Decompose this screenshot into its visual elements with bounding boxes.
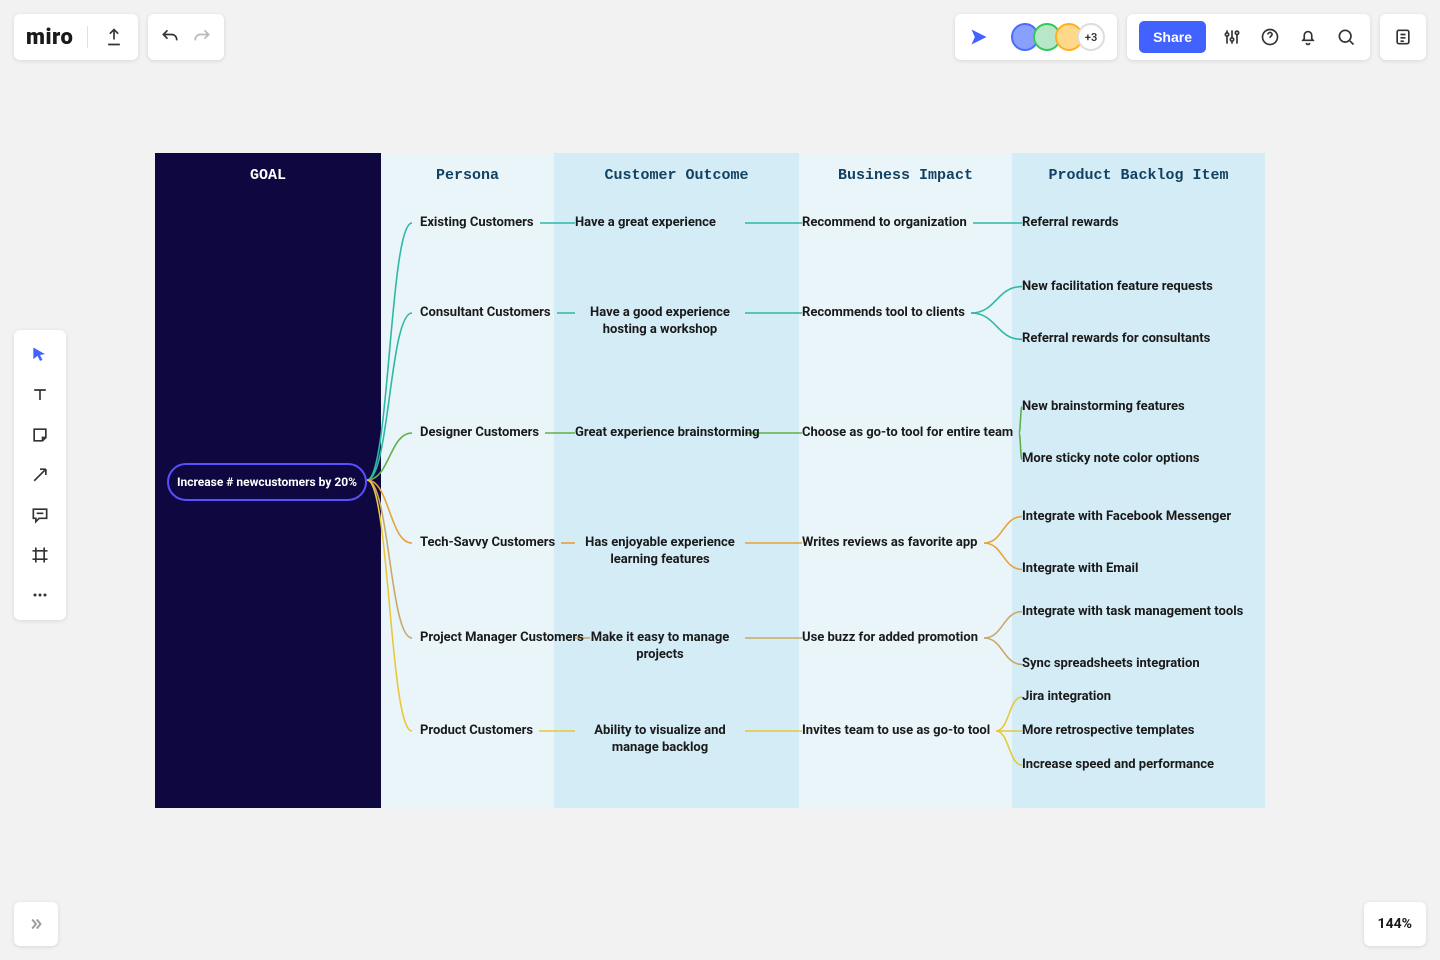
outcome-node[interactable]: Great experience brainstorming [575, 425, 760, 440]
backlog-node[interactable]: Integrate with Facebook Messenger [1022, 509, 1231, 524]
undo-icon[interactable] [158, 25, 182, 49]
persona-node[interactable]: Consultant Customers [420, 305, 551, 320]
impact-node[interactable]: Use buzz for added promotion [802, 630, 978, 645]
select-tool[interactable] [20, 338, 60, 372]
app-card: miro [14, 14, 138, 60]
comment-tool[interactable] [20, 498, 60, 532]
column-header-outcome: Customer Outcome [554, 153, 799, 184]
bell-icon[interactable] [1296, 25, 1320, 49]
impact-node[interactable]: Choose as go-to tool for entire team [802, 425, 1013, 440]
avatar-stack[interactable]: +3 [1011, 23, 1105, 51]
divider [87, 26, 88, 48]
goal-node[interactable]: Increase # newcustomers by 20% [167, 463, 367, 501]
backlog-node[interactable]: Jira integration [1022, 689, 1111, 704]
present-icon[interactable] [967, 25, 991, 49]
backlog-node[interactable]: Integrate with Email [1022, 561, 1138, 576]
persona-node[interactable]: Project Manager Customers [420, 630, 584, 645]
backlog-node[interactable]: Referral rewards [1022, 215, 1119, 230]
history-card [148, 14, 224, 60]
more-tools[interactable] [20, 578, 60, 612]
outcome-node[interactable]: Have a good experience hosting a worksho… [575, 305, 745, 339]
share-button[interactable]: Share [1139, 21, 1206, 53]
outcome-node[interactable]: Ability to visualize and manage backlog [575, 723, 745, 757]
sticky-tool[interactable] [20, 418, 60, 452]
column-impact: Business Impact [799, 153, 1012, 808]
notes-icon [1391, 25, 1415, 49]
text-tool[interactable] [20, 378, 60, 412]
collab-card: +3 [955, 14, 1117, 60]
backlog-node[interactable]: More sticky note color options [1022, 451, 1200, 466]
frame-tool[interactable] [20, 538, 60, 572]
persona-node[interactable]: Designer Customers [420, 425, 539, 440]
search-icon[interactable] [1334, 25, 1358, 49]
notes-card[interactable] [1380, 14, 1426, 60]
zoom-indicator[interactable]: 144% [1364, 902, 1426, 946]
impact-node[interactable]: Recommends tool to clients [802, 305, 965, 320]
column-header-backlog: Product Backlog Item [1012, 153, 1265, 184]
avatar-overflow[interactable]: +3 [1077, 23, 1105, 51]
outcome-node[interactable]: Make it easy to manage projects [575, 630, 745, 664]
outcome-node[interactable]: Has enjoyable experience learning featur… [575, 535, 745, 569]
persona-node[interactable]: Tech-Savvy Customers [420, 535, 555, 550]
backlog-node[interactable]: Integrate with task management tools [1022, 604, 1243, 619]
impact-node[interactable]: Invites team to use as go-to tool [802, 723, 990, 738]
backlog-node[interactable]: Increase speed and performance [1022, 757, 1214, 772]
backlog-node[interactable]: New brainstorming features [1022, 399, 1185, 414]
actions-card: Share [1127, 14, 1370, 60]
column-header-persona: Persona [381, 153, 554, 184]
column-outcome: Customer Outcome [554, 153, 799, 808]
persona-node[interactable]: Product Customers [420, 723, 533, 738]
column-persona: Persona [381, 153, 554, 808]
help-icon[interactable] [1258, 25, 1282, 49]
tool-rail [14, 330, 66, 620]
export-icon[interactable] [102, 25, 126, 49]
backlog-node[interactable]: More retrospective templates [1022, 723, 1194, 738]
arrow-tool[interactable] [20, 458, 60, 492]
settings-icon[interactable] [1220, 25, 1244, 49]
backlog-node[interactable]: New facilitation feature requests [1022, 279, 1213, 294]
outcome-node[interactable]: Have a great experience [575, 215, 716, 230]
expand-panel-button[interactable] [14, 902, 58, 946]
canvas[interactable]: GOAL Increase # newcustomers by 20% Pers… [155, 153, 1265, 808]
zoom-value: 144% [1378, 916, 1412, 932]
column-header-goal: GOAL [155, 153, 381, 184]
backlog-node[interactable]: Sync spreadsheets integration [1022, 656, 1200, 671]
backlog-node[interactable]: Referral rewards for consultants [1022, 331, 1210, 346]
redo-icon[interactable] [190, 25, 214, 49]
miro-logo[interactable]: miro [26, 25, 73, 50]
column-goal: GOAL Increase # newcustomers by 20% [155, 153, 381, 808]
column-backlog: Product Backlog Item [1012, 153, 1265, 808]
column-header-impact: Business Impact [799, 153, 1012, 184]
impact-node[interactable]: Writes reviews as favorite app [802, 535, 978, 550]
persona-node[interactable]: Existing Customers [420, 215, 534, 230]
impact-node[interactable]: Recommend to organization [802, 215, 967, 230]
